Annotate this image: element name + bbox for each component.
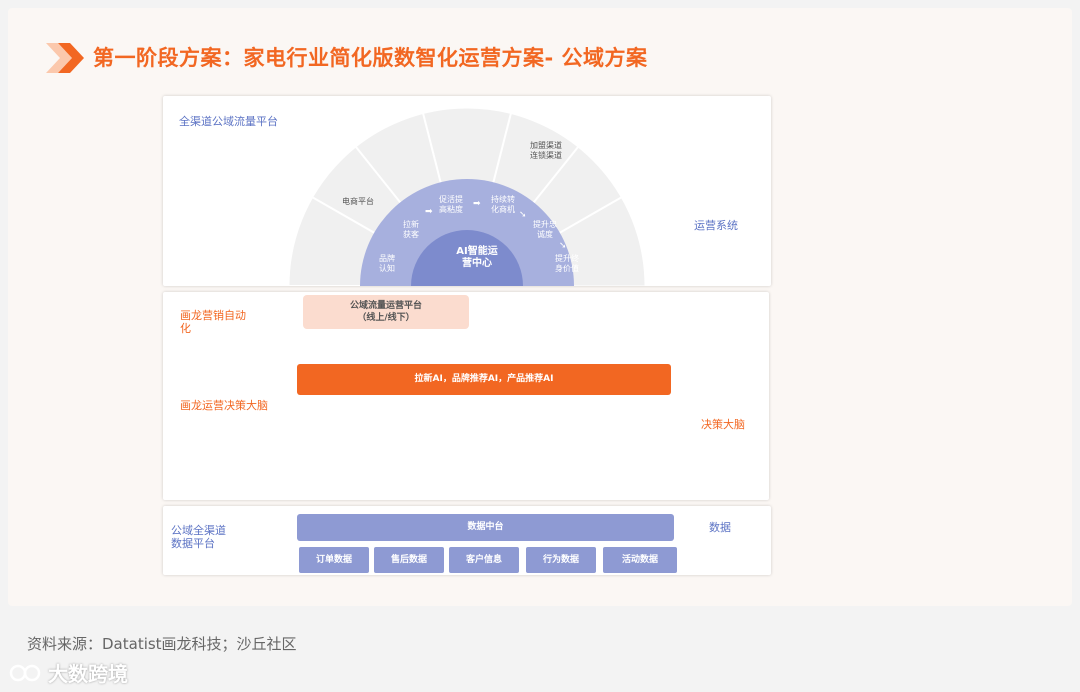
data-right-label: 数据 [709,521,731,534]
stage-conversion: 持续转 化商机 [491,195,515,214]
decision-brain-left-label: 画龙运营决策大脑 [180,399,268,412]
chip-order-data: 订单数据 [299,547,369,573]
traffic-ops-platform-badge: 公域流量运营平台 （线上/线下） [303,295,469,329]
stage-loyalty: 提升忠 诚度 [533,220,557,239]
watermark-logo-icon [9,664,41,682]
data-platform-panel: 公域全渠道 数据平台 数据 数据中台 订单数据 售后数据 客户信息 行为数据 活… [163,506,771,575]
chip-aftersales-data: 售后数据 [374,547,444,573]
marketing-automation-label: 画龙营销自动 化 [180,309,246,335]
chevron-arrows-icon [46,43,84,73]
arrow-down-right-icon: ➘ [519,210,527,220]
outer-segment-ecommerce: 电商平台 [342,197,374,206]
stage-brand-awareness: 品牌 认知 [379,254,395,273]
arrow-right-icon: ➡ [425,207,433,217]
arrow-right-icon: ➡ [473,199,481,209]
traffic-platform-label: 全渠道公域流量平台 [179,115,278,128]
stage-lifetime-value: 提升终 身价值 [555,254,579,273]
chip-behavior-data: 行为数据 [526,547,596,573]
ai-core-label: AI智能运 营中心 [456,246,498,269]
chip-customer-info: 客户信息 [449,547,519,573]
ai-decision-panel: 画龙营销自动 化 画龙运营决策大脑 决策大脑 公域流量运营平台 （线上/线下） … [163,292,769,500]
operation-system-label: 运营系统 [694,219,738,232]
ai-recommendation-bar: 拉新AI，品牌推荐AI，产品推荐AI [297,364,671,395]
outer-segment-franchise: 加盟渠道 连锁渠道 [530,141,562,160]
arrow-down-right-icon: ➘ [559,241,567,251]
decision-brain-right-label: 决策大脑 [701,418,745,431]
watermark-text: 大数跨境 [48,662,128,686]
traffic-platform-panel: 全渠道公域流量平台 运营系统 电商平台 加盟渠道 连锁渠道 品牌 认知 拉新 获… [163,96,771,286]
data-platform-label: 公域全渠道 数据平台 [171,524,226,550]
data-hub-bar: 数据中台 [297,514,674,541]
stage-activation: 促活提 高粘度 [439,195,463,214]
page-title: 第一阶段方案：家电行业简化版数智化运营方案- 公域方案 [93,46,648,70]
chip-campaign-data: 活动数据 [603,547,677,573]
stage-acquisition: 拉新 获客 [403,220,419,239]
source-note: 资料来源：Datatist画龙科技；沙丘社区 [27,635,297,653]
